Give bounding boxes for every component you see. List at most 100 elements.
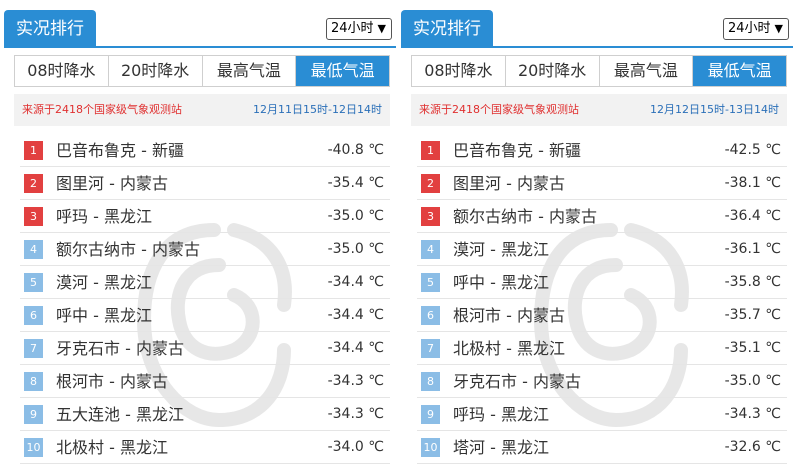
rank-badge: 10 <box>24 438 43 457</box>
rank-badge: 1 <box>24 141 43 160</box>
tab-max-temp[interactable]: 最高气温 <box>202 56 297 86</box>
temperature-value: -42.5 ℃ <box>724 142 781 158</box>
rank-badge: 1 <box>421 141 440 160</box>
chevron-down-icon: ▼ <box>377 22 386 35</box>
temperature-value: -36.1 ℃ <box>724 241 781 257</box>
tab-20-precip[interactable]: 20时降水 <box>505 56 600 86</box>
ranking-panel-right: 实况排行 24小时 ▼ 08时降水 20时降水 最高气温 最低气温 来源于241… <box>401 0 793 476</box>
ranking-row[interactable]: 8 牙克石市 - 内蒙古 -35.0 ℃ <box>417 365 787 398</box>
rank-badge: 3 <box>24 207 43 226</box>
station-name: 呼玛 - 黑龙江 <box>453 405 549 424</box>
ranking-row[interactable]: 2 图里河 - 内蒙古 -35.4 ℃ <box>20 167 390 200</box>
temperature-value: -35.0 ℃ <box>327 208 384 224</box>
rank-badge: 7 <box>24 339 43 358</box>
temperature-value: -35.1 ℃ <box>724 340 781 356</box>
temperature-value: -34.3 ℃ <box>327 373 384 389</box>
panel-title[interactable]: 实况排行 <box>401 10 493 48</box>
time-period: 12月11日15时-12日14时 <box>253 103 382 116</box>
rank-badge: 4 <box>421 240 440 259</box>
station-name: 呼玛 - 黑龙江 <box>56 207 152 226</box>
tab-08-precip[interactable]: 08时降水 <box>412 56 506 86</box>
station-name: 呼中 - 黑龙江 <box>56 306 152 325</box>
ranking-row[interactable]: 2 图里河 - 内蒙古 -38.1 ℃ <box>417 167 787 200</box>
ranking-list: 1 巴音布鲁克 - 新疆 -42.5 ℃ 2 图里河 - 内蒙古 -38.1 ℃ 3 额尔古纳… <box>417 134 787 464</box>
station-name: 牙克石市 - 内蒙古 <box>56 339 184 358</box>
station-name: 北极村 - 黑龙江 <box>56 438 168 457</box>
temperature-value: -34.3 ℃ <box>724 406 781 422</box>
rank-badge: 9 <box>24 405 43 424</box>
station-name: 根河市 - 内蒙古 <box>56 372 168 391</box>
station-name: 巴音布鲁克 - 新疆 <box>56 141 184 160</box>
station-name: 漠河 - 黑龙江 <box>56 273 152 292</box>
ranking-row[interactable]: 10 塔河 - 黑龙江 -32.6 ℃ <box>417 431 787 464</box>
ranking-row[interactable]: 6 根河市 - 内蒙古 -35.7 ℃ <box>417 299 787 332</box>
ranking-row[interactable]: 9 五大连池 - 黑龙江 -34.3 ℃ <box>20 398 390 431</box>
ranking-row[interactable]: 4 额尔古纳市 - 内蒙古 -35.0 ℃ <box>20 233 390 266</box>
temperature-value: -35.8 ℃ <box>724 274 781 290</box>
station-name: 图里河 - 内蒙古 <box>56 174 168 193</box>
tab-max-temp[interactable]: 最高气温 <box>599 56 694 86</box>
info-bar: 来源于2418个国家级气象观测站 12月11日15时-12日14时 <box>14 94 390 126</box>
station-name: 北极村 - 黑龙江 <box>453 339 565 358</box>
hour-select[interactable]: 24小时 ▼ <box>326 18 392 40</box>
ranking-row[interactable]: 1 巴音布鲁克 - 新疆 -40.8 ℃ <box>20 134 390 167</box>
tab-min-temp[interactable]: 最低气温 <box>296 56 389 86</box>
tab-min-temp[interactable]: 最低气温 <box>693 56 786 86</box>
panel-header: 实况排行 24小时 ▼ <box>4 10 396 48</box>
ranking-panel-left: 实况排行 24小时 ▼ 08时降水 20时降水 最高气温 最低气温 来源于241… <box>4 0 396 476</box>
station-name: 漠河 - 黑龙江 <box>453 240 549 259</box>
rank-badge: 5 <box>24 273 43 292</box>
temperature-value: -35.0 ℃ <box>327 241 384 257</box>
tab-20-precip[interactable]: 20时降水 <box>108 56 203 86</box>
station-name: 图里河 - 内蒙古 <box>453 174 565 193</box>
station-name: 额尔古纳市 - 内蒙古 <box>453 207 597 226</box>
rank-badge: 7 <box>421 339 440 358</box>
temperature-value: -34.4 ℃ <box>327 307 384 323</box>
temperature-value: -34.3 ℃ <box>327 406 384 422</box>
ranking-row[interactable]: 4 漠河 - 黑龙江 -36.1 ℃ <box>417 233 787 266</box>
station-name: 五大连池 - 黑龙江 <box>56 405 184 424</box>
ranking-list: 1 巴音布鲁克 - 新疆 -40.8 ℃ 2 图里河 - 内蒙古 -35.4 ℃ 3 呼玛 -… <box>20 134 390 464</box>
chevron-down-icon: ▼ <box>774 22 783 35</box>
ranking-row[interactable]: 7 牙克石市 - 内蒙古 -34.4 ℃ <box>20 332 390 365</box>
ranking-row[interactable]: 3 呼玛 - 黑龙江 -35.0 ℃ <box>20 200 390 233</box>
info-bar: 来源于2418个国家级气象观测站 12月12日15时-13日14时 <box>411 94 787 126</box>
rank-badge: 8 <box>24 372 43 391</box>
temperature-value: -34.0 ℃ <box>327 439 384 455</box>
ranking-row[interactable]: 9 呼玛 - 黑龙江 -34.3 ℃ <box>417 398 787 431</box>
ranking-row[interactable]: 3 额尔古纳市 - 内蒙古 -36.4 ℃ <box>417 200 787 233</box>
panel-header: 实况排行 24小时 ▼ <box>401 10 793 48</box>
temperature-value: -36.4 ℃ <box>724 208 781 224</box>
rank-badge: 6 <box>421 306 440 325</box>
temperature-value: -35.0 ℃ <box>724 373 781 389</box>
temperature-value: -38.1 ℃ <box>724 175 781 191</box>
station-name: 根河市 - 内蒙古 <box>453 306 565 325</box>
ranking-row[interactable]: 5 漠河 - 黑龙江 -34.4 ℃ <box>20 266 390 299</box>
temperature-value: -35.7 ℃ <box>724 307 781 323</box>
rank-badge: 5 <box>421 273 440 292</box>
station-name: 塔河 - 黑龙江 <box>453 438 549 457</box>
ranking-row[interactable]: 5 呼中 - 黑龙江 -35.8 ℃ <box>417 266 787 299</box>
temperature-value: -35.4 ℃ <box>327 175 384 191</box>
ranking-row[interactable]: 8 根河市 - 内蒙古 -34.3 ℃ <box>20 365 390 398</box>
metric-tabs: 08时降水 20时降水 最高气温 最低气温 <box>14 55 390 87</box>
ranking-row[interactable]: 7 北极村 - 黑龙江 -35.1 ℃ <box>417 332 787 365</box>
temperature-value: -34.4 ℃ <box>327 340 384 356</box>
time-period: 12月12日15时-13日14时 <box>650 103 779 116</box>
rank-badge: 6 <box>24 306 43 325</box>
station-name: 额尔古纳市 - 内蒙古 <box>56 240 200 259</box>
temperature-value: -32.6 ℃ <box>724 439 781 455</box>
rank-badge: 9 <box>421 405 440 424</box>
ranking-row[interactable]: 6 呼中 - 黑龙江 -34.4 ℃ <box>20 299 390 332</box>
rank-badge: 10 <box>421 438 440 457</box>
hour-select-value: 24小时 <box>331 21 374 36</box>
ranking-row[interactable]: 1 巴音布鲁克 - 新疆 -42.5 ℃ <box>417 134 787 167</box>
ranking-row[interactable]: 10 北极村 - 黑龙江 -34.0 ℃ <box>20 431 390 464</box>
rank-badge: 8 <box>421 372 440 391</box>
hour-select[interactable]: 24小时 ▼ <box>723 18 789 40</box>
temperature-value: -34.4 ℃ <box>327 274 384 290</box>
panel-title[interactable]: 实况排行 <box>4 10 96 48</box>
station-name: 呼中 - 黑龙江 <box>453 273 549 292</box>
rank-badge: 3 <box>421 207 440 226</box>
tab-08-precip[interactable]: 08时降水 <box>15 56 109 86</box>
